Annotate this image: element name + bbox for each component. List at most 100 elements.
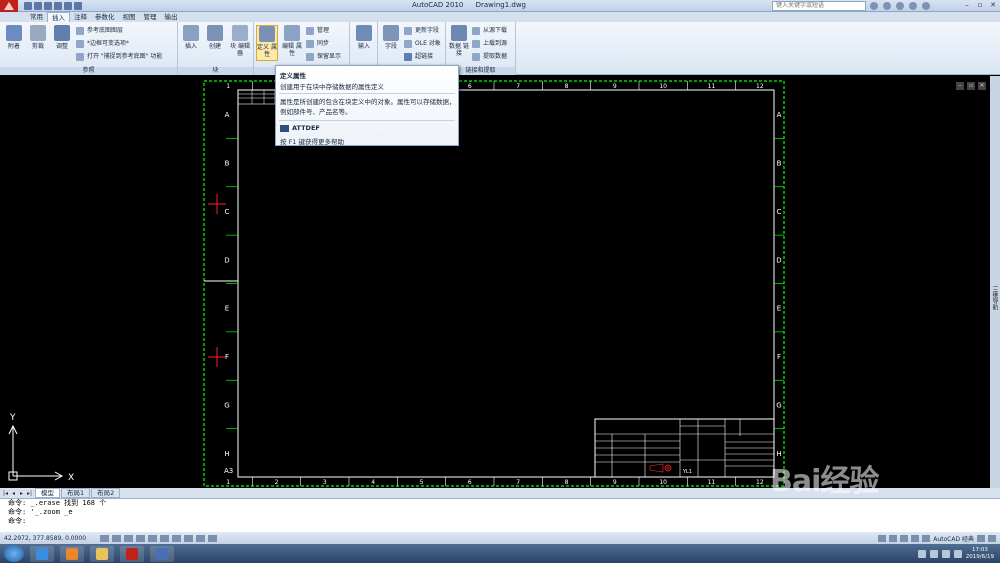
manage-attributes-button[interactable]: 管理	[306, 26, 329, 36]
extract-data-button[interactable]: 提取数据	[472, 52, 507, 62]
adjust-icon	[54, 25, 70, 41]
zone-letter-left: C	[225, 208, 230, 216]
frames-vary-button[interactable]: *边框可变选项*	[76, 39, 129, 49]
save-icon[interactable]	[44, 1, 52, 10]
viewport-restore-icon[interactable]: ▫	[967, 82, 975, 90]
last-layout-icon[interactable]: ▸|	[26, 490, 33, 497]
baidu-watermark: Bai经验 jingyan.baidu.com	[770, 456, 950, 536]
tab-manage[interactable]: 管理	[140, 12, 161, 22]
taskbar-app-other[interactable]	[150, 545, 174, 562]
restore-icon[interactable]: ▫	[975, 1, 985, 10]
search-input[interactable]: 键入关键字或短语	[772, 1, 866, 11]
navigation-strip-label[interactable]: 三维导航	[991, 286, 999, 310]
tab-layout1[interactable]: 布局1	[61, 488, 91, 498]
ole-object-button[interactable]: OLE 对象	[404, 39, 441, 49]
update-fields-button[interactable]: 更新字段	[404, 26, 439, 36]
taskbar-app-autocad[interactable]	[120, 545, 144, 562]
windows-taskbar: 17:03 2019/6/19	[0, 544, 1000, 563]
dyn-toggle-icon[interactable]	[184, 534, 194, 542]
next-layout-icon[interactable]: ▸	[18, 490, 25, 497]
help-icon[interactable]	[922, 2, 930, 10]
tab-output[interactable]: 输出	[161, 12, 182, 22]
define-attributes-button[interactable]: 定义 属性	[256, 25, 278, 61]
zone-number-bottom: 3	[323, 479, 327, 486]
viewport-close-icon[interactable]: ✕	[978, 82, 986, 90]
zone-number-top: 1	[226, 83, 230, 90]
clean-screen-icon[interactable]	[988, 534, 996, 542]
zone-number-bottom: 6	[468, 479, 472, 486]
communication-icon[interactable]	[896, 2, 904, 10]
tray-icon[interactable]	[917, 549, 926, 558]
tray-icon[interactable]	[929, 549, 938, 558]
tooltip-command-name: ATTDEF	[292, 124, 320, 132]
ducs-toggle-icon[interactable]	[172, 534, 182, 542]
polar-toggle-icon[interactable]	[136, 534, 146, 542]
synchronize-button[interactable]: 同步	[306, 39, 329, 49]
adjust-label: 调整	[55, 43, 68, 50]
open-icon[interactable]	[34, 1, 42, 10]
prev-layout-icon[interactable]: ◂	[10, 490, 17, 497]
upload-label: 上载到源	[483, 40, 508, 47]
undo-icon[interactable]	[54, 1, 62, 10]
tab-parametric[interactable]: 参数化	[91, 12, 119, 22]
grid-toggle-icon[interactable]	[112, 534, 122, 542]
network-icon[interactable]	[941, 549, 950, 558]
app-name: AutoCAD 2010	[412, 1, 464, 9]
plot-icon[interactable]	[74, 1, 82, 10]
adjust-button[interactable]: 调整	[51, 25, 73, 61]
tooltip-separator	[279, 93, 455, 94]
snap-underlay-label: 打开 "捕捉到参考底图" 功能	[87, 53, 163, 60]
taskbar-app-media[interactable]	[60, 545, 84, 562]
taskbar-app-explorer[interactable]	[90, 545, 114, 562]
snap-toggle-icon[interactable]	[100, 534, 110, 542]
drawing-canvas[interactable]: YL1 Y X A3 11223344556	[0, 76, 990, 488]
create-block-button[interactable]: 创建	[204, 25, 226, 61]
zone-letter-right: D	[776, 256, 781, 264]
insert-block-button[interactable]: 插入	[180, 25, 202, 61]
block-editor-button[interactable]: 块 编辑器	[228, 25, 252, 61]
field-button[interactable]: 字段	[380, 25, 402, 61]
tab-insert[interactable]: 插入	[47, 11, 70, 23]
tab-model[interactable]: 模型	[35, 488, 60, 498]
lineweight-toggle-icon[interactable]	[196, 534, 206, 542]
tab-view[interactable]: 视图	[119, 12, 140, 22]
favorites-icon[interactable]	[909, 2, 917, 10]
taskbar-app-ie[interactable]	[30, 545, 54, 562]
download-from-source-button[interactable]: 从源下载	[472, 26, 507, 36]
subscription-icon[interactable]	[883, 2, 891, 10]
start-button[interactable]	[4, 545, 24, 562]
otrack-toggle-icon[interactable]	[160, 534, 170, 542]
hyperlink-button[interactable]: 超链接	[404, 52, 433, 62]
new-icon[interactable]	[24, 1, 32, 10]
application-menu-button[interactable]	[0, 0, 18, 12]
underlay-layers-button[interactable]: 参考底图图层	[76, 26, 123, 36]
edit-attributes-label: 编辑 属性	[282, 43, 302, 57]
volume-icon[interactable]	[953, 549, 962, 558]
tab-annotate[interactable]: 注释	[70, 12, 91, 22]
clock[interactable]: 17:03 2019/6/19	[966, 547, 994, 561]
viewport-minimize-icon[interactable]: –	[956, 82, 964, 90]
tab-home[interactable]: 常用	[26, 12, 47, 22]
first-layout-icon[interactable]: |◂	[2, 490, 9, 497]
retain-display-button[interactable]: 保留显示	[306, 52, 341, 62]
qp-toggle-icon[interactable]	[208, 534, 218, 542]
import-button[interactable]: 输入	[353, 25, 375, 61]
attach-button[interactable]: 附着	[3, 25, 25, 61]
lock-icon[interactable]	[977, 534, 985, 542]
osnap-toggle-icon[interactable]	[148, 534, 158, 542]
redo-icon[interactable]	[64, 1, 72, 10]
block-panel-label[interactable]: 块	[178, 67, 253, 75]
search-icon[interactable]	[870, 2, 878, 10]
upload-to-source-button[interactable]: 上载到源	[472, 39, 507, 49]
media-player-icon	[66, 547, 78, 560]
snap-underlay-button[interactable]: 打开 "捕捉到参考底图" 功能	[76, 52, 162, 62]
tab-layout2[interactable]: 布局2	[91, 488, 121, 498]
minimize-icon[interactable]: –	[962, 1, 972, 10]
close-icon[interactable]: ✕	[988, 1, 998, 10]
edit-attributes-button[interactable]: 编辑 属性	[281, 25, 303, 61]
reference-panel-label[interactable]: 参照	[0, 67, 177, 75]
ortho-toggle-icon[interactable]	[124, 534, 134, 542]
clip-button[interactable]: 剪裁	[27, 25, 49, 61]
zone-number-top: 12	[756, 83, 764, 90]
data-link-button[interactable]: 数据 链接	[448, 25, 470, 61]
